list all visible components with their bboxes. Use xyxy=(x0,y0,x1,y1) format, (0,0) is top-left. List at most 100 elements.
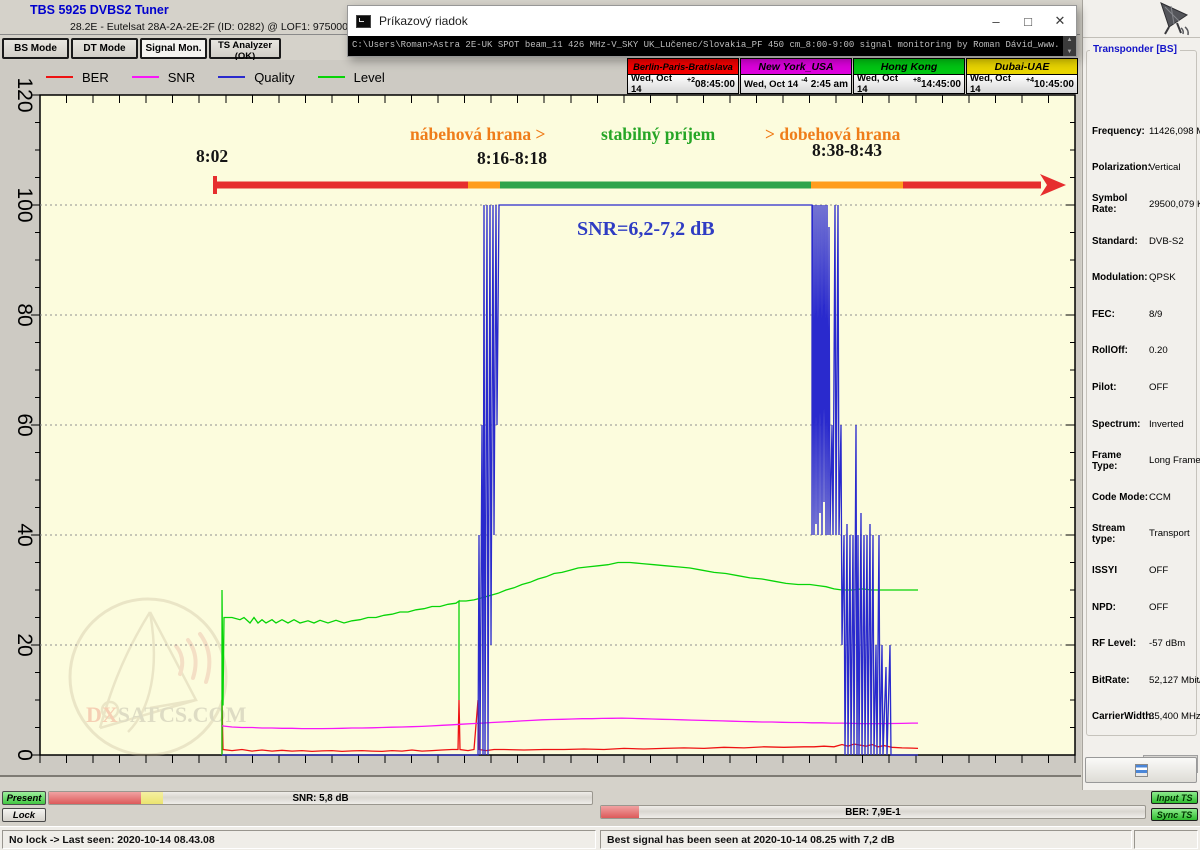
clock-time-value: 08:45:00 xyxy=(695,79,735,90)
field-value: 8/9 xyxy=(1149,309,1162,320)
annotation-fall-time: 8:38-8:43 xyxy=(812,140,882,161)
scroll-up-icon[interactable]: ▲ xyxy=(1067,37,1073,43)
tab-bs-mode[interactable]: BS Mode xyxy=(2,38,69,59)
y-axis-labels: 020406080100120 xyxy=(13,77,36,760)
field-value: OFF xyxy=(1149,565,1168,576)
field-label: FEC: xyxy=(1092,309,1149,320)
present-button[interactable]: Present xyxy=(2,791,46,805)
field-label: Modulation: xyxy=(1092,272,1149,283)
transponder-group-title: Transponder [BS] xyxy=(1090,44,1180,55)
sync-ts-button[interactable]: Sync TS xyxy=(1151,808,1198,821)
field-spectrum: Spectrum:Inverted xyxy=(1087,406,1198,443)
satellite-dish-icon[interactable] xyxy=(1147,2,1193,36)
annotation-start-time: 8:02 xyxy=(196,146,228,167)
clock-utc-offset: +2 xyxy=(687,77,695,84)
statusbar-best-signal: Best signal has been seen at 2020-10-14 … xyxy=(600,830,1132,849)
field-rolloff: RollOff:0.20 xyxy=(1087,333,1198,370)
clock-berlin-paris-bratislava: Berlin-Paris-BratislavaWed, Oct 14+208:4… xyxy=(627,58,739,96)
field-label: Polarization: xyxy=(1092,162,1149,173)
cmd-command-line[interactable]: C:\Users\Roman>Astra 2E-UK SPOT beam_11 … xyxy=(352,40,1060,50)
command-prompt-window: Príkazový riadok – □ ✕ C:\Users\Roman>As… xyxy=(347,5,1077,57)
ber-progressbar: BER: 7,9E-1 xyxy=(600,805,1146,819)
field-value: Inverted xyxy=(1149,419,1184,430)
transponder-groupbox: Frequency:11426,098 MHzPolarization:Vert… xyxy=(1086,50,1197,736)
clock-hong-kong: Hong KongWed, Oct 14+814:45:00 xyxy=(853,58,965,96)
field-label: Stream type: xyxy=(1092,523,1149,545)
field-label: Frame Type: xyxy=(1092,450,1149,472)
legend-item-snr: SNR xyxy=(132,70,195,85)
legend-item-ber: BER xyxy=(46,70,109,85)
field-fec: FEC:8/9 xyxy=(1087,296,1198,333)
field-value: OFF xyxy=(1149,602,1168,613)
field-label: RollOff: xyxy=(1092,345,1149,356)
clock-datetime: Wed, Oct 14+410:45:00 xyxy=(966,75,1078,94)
clock-time-value: 10:45:00 xyxy=(1034,79,1074,90)
field-label: Frequency: xyxy=(1092,126,1149,137)
field-polarization: Polarization:Vertical xyxy=(1087,150,1198,187)
transponder-panel: Transponder [BS] Frequency:11426,098 MHz… xyxy=(1082,0,1200,790)
field-npd: NPD:OFF xyxy=(1087,589,1198,626)
annotation-rise-time: 8:16-8:18 xyxy=(477,148,547,169)
field-label: Spectrum: xyxy=(1092,419,1149,430)
legend-label: BER xyxy=(82,70,109,85)
cmd-titlebar[interactable]: Príkazový riadok – □ ✕ xyxy=(348,6,1076,36)
panel-separator xyxy=(1083,37,1200,38)
clock-date: Wed, Oct 14 xyxy=(857,73,910,95)
svg-text:80: 80 xyxy=(13,303,36,326)
svg-text:20: 20 xyxy=(13,633,36,656)
minimize-icon[interactable]: – xyxy=(980,6,1012,36)
clock-datetime: Wed, Oct 14+814:45:00 xyxy=(853,75,965,94)
field-value: Transport xyxy=(1149,528,1190,539)
clock-time-value: 2:45 am xyxy=(811,79,848,90)
field-frequency: Frequency:11426,098 MHz xyxy=(1087,113,1198,150)
clock-city-label: New York_USA xyxy=(740,58,852,75)
stream-list-button[interactable] xyxy=(1085,757,1197,783)
lock-button[interactable]: Lock xyxy=(2,808,46,822)
tab-dt-mode[interactable]: DT Mode xyxy=(71,38,138,59)
maximize-icon[interactable]: □ xyxy=(1012,6,1044,36)
clock-date: Wed, Oct 14 xyxy=(970,73,1023,95)
legend-swatch-quality xyxy=(218,76,245,78)
field-value: 29500,079 KS/s xyxy=(1149,199,1200,210)
field-bitrate: BitRate:52,127 Mbit/s xyxy=(1087,662,1198,699)
cmd-console[interactable]: C:\Users\Roman>Astra 2E-UK SPOT beam_11 … xyxy=(348,36,1076,56)
field-standard: Standard:DVB-S2 xyxy=(1087,223,1198,260)
tab-signal-mon[interactable]: Signal Mon. xyxy=(140,38,207,59)
svg-text:120: 120 xyxy=(13,77,36,112)
field-value: 0.20 xyxy=(1149,345,1168,356)
legend-label: Quality xyxy=(254,70,294,85)
mode-tabs: BS ModeDT ModeSignal Mon.TS Analyzer (OK… xyxy=(2,38,281,59)
field-issyi: ISSYIOFF xyxy=(1087,552,1198,589)
field-label: RF Level: xyxy=(1092,638,1149,649)
field-value: DVB-S2 xyxy=(1149,236,1184,247)
statusbar-lock-status: No lock -> Last seen: 2020-10-14 08.43.0… xyxy=(2,830,596,849)
clock-datetime: Wed, Oct 14-42:45 am xyxy=(740,75,852,94)
statusbar: No lock -> Last seen: 2020-10-14 08.43.0… xyxy=(0,826,1200,850)
svg-text:60: 60 xyxy=(13,413,36,436)
signal-monitor-chart: BERSNRQualityLevel DXSATCS.COM0204060801… xyxy=(0,60,1081,777)
clock-utc-offset: -4 xyxy=(801,77,807,84)
field-symbol-rate: Symbol Rate:29500,079 KS/s xyxy=(1087,186,1198,223)
field-label: Code Mode: xyxy=(1092,492,1149,503)
svg-text:100: 100 xyxy=(13,187,36,222)
field-label: Pilot: xyxy=(1092,382,1149,393)
world-clocks: Berlin-Paris-BratislavaWed, Oct 14+208:4… xyxy=(627,58,1080,96)
field-rf-level: RF Level:-57 dBm xyxy=(1087,625,1198,662)
field-value: 35,400 MHz xyxy=(1149,711,1200,722)
cmd-scrollbar[interactable]: ▲ ▼ xyxy=(1063,36,1076,56)
field-value: Long Frame xyxy=(1149,455,1200,466)
bar-label: BER: 7,9E-1 xyxy=(601,807,1145,818)
annotation-snr-note: SNR=6,2-7,2 dB xyxy=(577,218,715,241)
clock-time-value: 14:45:00 xyxy=(921,79,961,90)
field-modulation: Modulation:QPSK xyxy=(1087,259,1198,296)
field-frame-type: Frame Type:Long Frame xyxy=(1087,442,1198,479)
bar-label: SNR: 5,8 dB xyxy=(49,793,592,804)
annotation-rise-label: nábehová hrana > xyxy=(410,124,545,145)
tab-ts-analyzer-ok[interactable]: TS Analyzer (OK) xyxy=(209,38,281,59)
scroll-down-icon[interactable]: ▼ xyxy=(1067,49,1073,55)
field-carrierwidth: CarrierWidth:35,400 MHz xyxy=(1087,699,1198,736)
clock-new-york-usa: New York_USAWed, Oct 14-42:45 am xyxy=(740,58,852,96)
input-ts-button[interactable]: Input TS xyxy=(1151,791,1198,804)
close-icon[interactable]: ✕ xyxy=(1044,6,1076,36)
legend-swatch-ber xyxy=(46,76,73,78)
